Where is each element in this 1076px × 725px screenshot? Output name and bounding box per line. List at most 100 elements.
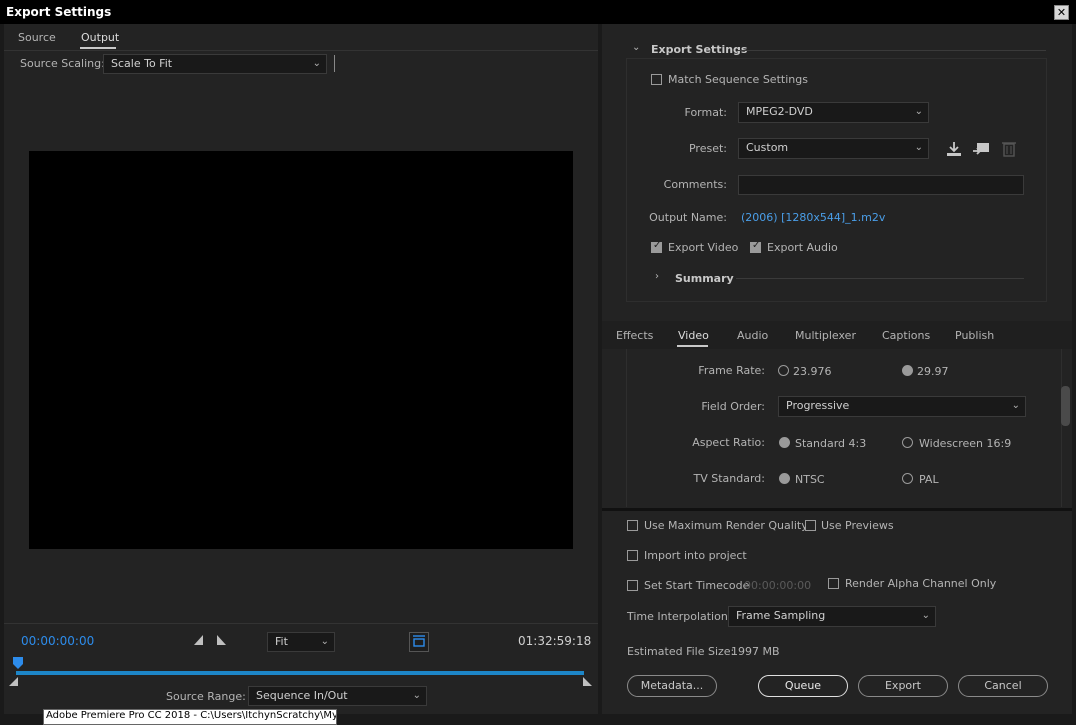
tooltip: Adobe Premiere Pro CC 2018 - C:\Users\It…	[43, 709, 337, 725]
max-render-quality-label: Use Maximum Render Quality	[644, 519, 808, 532]
import-project-label: Import into project	[644, 549, 747, 562]
field-order-dropdown[interactable]: Progressive ⌄	[778, 396, 1026, 417]
match-sequence-label: Match Sequence Settings	[668, 73, 808, 86]
source-range-value: Sequence In/Out	[256, 689, 348, 702]
tab-publish[interactable]: Publish	[955, 329, 994, 342]
import-project-checkbox[interactable]	[627, 550, 638, 561]
source-scaling-dropdown[interactable]: Scale To Fit ⌄	[103, 54, 327, 74]
export-video-checkbox[interactable]	[651, 240, 662, 253]
aspect-standard-label: Standard 4:3	[795, 437, 867, 450]
time-interpolation-value: Frame Sampling	[736, 609, 826, 622]
save-preset-icon[interactable]	[945, 140, 963, 158]
chevron-down-icon: ⌄	[921, 610, 930, 621]
frame-rate-23976-radio[interactable]	[778, 365, 789, 376]
tv-pal-radio[interactable]	[902, 473, 913, 484]
chevron-right-icon[interactable]: ›	[655, 271, 659, 282]
window-title: Export Settings	[6, 5, 112, 19]
source-scaling-value: Scale To Fit	[111, 57, 173, 70]
metadata-button[interactable]: Metadata...	[627, 675, 717, 697]
timeline-bar[interactable]	[16, 671, 584, 675]
export-video-label: Export Video	[668, 241, 739, 254]
tab-captions[interactable]: Captions	[882, 329, 930, 342]
time-interpolation-dropdown[interactable]: Frame Sampling ⌄	[728, 606, 936, 627]
delete-preset-icon[interactable]	[1001, 140, 1017, 158]
source-range-dropdown[interactable]: Sequence In/Out ⌄	[248, 686, 427, 706]
output-name-link[interactable]: (2006) [1280x544]_1.m2v	[741, 211, 885, 224]
field-order-label: Field Order:	[701, 400, 765, 413]
comments-input[interactable]	[738, 175, 1024, 195]
tv-pal-label: PAL	[919, 473, 939, 486]
chevron-down-icon: ⌄	[412, 690, 421, 701]
frame-rate-2997-label: 29.97	[917, 365, 949, 378]
export-settings-header[interactable]: Export Settings	[651, 43, 747, 56]
header-rule	[738, 50, 1046, 51]
time-interpolation-label: Time Interpolation:	[627, 610, 732, 623]
format-label: Format:	[684, 106, 727, 119]
preset-dropdown[interactable]: Custom ⌄	[738, 138, 929, 159]
playhead-icon[interactable]	[12, 656, 24, 670]
zoom-dropdown[interactable]: Fit ⌄	[267, 632, 335, 652]
set-in-point-icon[interactable]	[193, 634, 205, 646]
output-name-label: Output Name:	[649, 211, 727, 224]
start-timecode-checkbox[interactable]	[627, 580, 638, 591]
tab-effects[interactable]: Effects	[616, 329, 653, 342]
tab-divider	[4, 50, 598, 51]
chevron-down-icon: ⌄	[1011, 400, 1020, 411]
tv-ntsc-label: NTSC	[795, 473, 825, 486]
source-scaling-label: Source Scaling:	[20, 57, 105, 70]
queue-button[interactable]: Queue	[758, 675, 848, 697]
export-audio-label: Export Audio	[767, 241, 838, 254]
file-size-label: Estimated File Size:	[627, 645, 735, 658]
tab-multiplexer[interactable]: Multiplexer	[795, 329, 856, 342]
summary-rule	[736, 278, 1024, 279]
render-alpha-checkbox[interactable]	[828, 578, 839, 589]
use-previews-checkbox[interactable]	[805, 520, 816, 531]
cancel-button[interactable]: Cancel	[958, 675, 1048, 697]
tv-ntsc-radio[interactable]	[779, 473, 790, 484]
tab-video[interactable]: Video	[678, 329, 709, 342]
summary-header[interactable]: Summary	[675, 272, 734, 285]
start-timecode-value: 00:00:00:00	[744, 579, 812, 592]
format-value: MPEG2-DVD	[746, 105, 813, 118]
aspect-widescreen-label: Widescreen 16:9	[919, 437, 1012, 450]
panel-splitter[interactable]	[602, 508, 1072, 511]
preset-value: Custom	[746, 141, 789, 154]
aspect-widescreen-radio[interactable]	[902, 437, 913, 448]
set-out-point-icon[interactable]	[216, 634, 228, 646]
render-alpha-label: Render Alpha Channel Only	[845, 577, 997, 590]
toolbar-separator	[334, 55, 335, 72]
preview-divider	[4, 623, 598, 624]
aspect-standard-radio[interactable]	[779, 437, 790, 448]
window-titlebar	[0, 0, 1076, 24]
out-point-marker-icon[interactable]	[582, 677, 592, 687]
chevron-down-icon[interactable]: ⌄	[632, 42, 640, 53]
aspect-ratio-icon	[413, 635, 425, 647]
tab-output-underline	[80, 47, 116, 49]
comments-label: Comments:	[663, 178, 727, 191]
frame-rate-2997-radio[interactable]	[902, 365, 913, 376]
preset-label: Preset:	[688, 142, 727, 155]
format-dropdown[interactable]: MPEG2-DVD ⌄	[738, 102, 929, 123]
chevron-down-icon: ⌄	[312, 58, 321, 69]
file-size-value: 1997 MB	[731, 645, 780, 658]
close-button[interactable]: ✕	[1054, 5, 1069, 20]
in-point-marker-icon[interactable]	[9, 677, 19, 687]
tab-output[interactable]: Output	[81, 31, 119, 44]
tab-source[interactable]: Source	[18, 31, 56, 44]
field-order-value: Progressive	[786, 399, 850, 412]
zoom-value: Fit	[275, 635, 288, 648]
tab-video-underline	[677, 345, 708, 347]
aspect-correction-button[interactable]	[409, 632, 429, 652]
match-sequence-checkbox[interactable]	[651, 74, 662, 85]
max-render-quality-checkbox[interactable]	[627, 520, 638, 531]
export-audio-checkbox[interactable]	[750, 240, 761, 253]
import-preset-icon[interactable]	[972, 140, 990, 158]
tv-standard-label: TV Standard:	[693, 472, 766, 485]
tab-audio[interactable]: Audio	[737, 329, 768, 342]
export-button[interactable]: Export	[858, 675, 948, 697]
current-timecode[interactable]: 00:00:00:00	[21, 634, 94, 648]
video-preview	[29, 151, 573, 549]
scrollbar-thumb[interactable]	[1061, 386, 1070, 426]
source-range-label: Source Range:	[166, 690, 246, 703]
aspect-ratio-label: Aspect Ratio:	[692, 436, 765, 449]
